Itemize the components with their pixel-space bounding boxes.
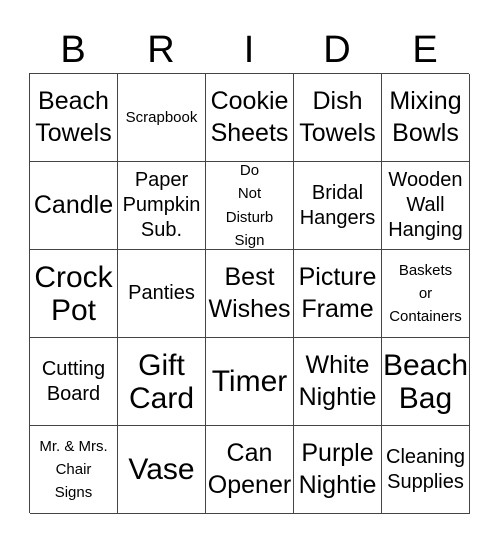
bingo-cell[interactable]: Dish Towels [294, 74, 382, 162]
bingo-cell[interactable]: Timer [206, 338, 294, 426]
header-letter: D [323, 29, 351, 71]
header-letter: I [243, 29, 255, 71]
bingo-cell[interactable]: Can Opener [206, 426, 294, 514]
bingo-cell[interactable]: Gift Card [118, 338, 206, 426]
bingo-card-grid: Beach Towels Scrapbook Cookie Sheets Dish T… [29, 73, 470, 514]
bingo-cell[interactable]: Cleaning Supplies [382, 426, 470, 514]
bingo-cell[interactable]: Mixing Bowls [382, 74, 470, 162]
bingo-cell[interactable]: Candle [30, 162, 118, 250]
bingo-cell[interactable]: Best Wishes [206, 250, 294, 338]
bingo-cell[interactable]: Picture Frame [294, 250, 382, 338]
bingo-cell[interactable]: Scrapbook [118, 74, 206, 162]
bingo-cell[interactable]: Bridal Hangers [294, 162, 382, 250]
bingo-header: B R I D E [29, 28, 469, 73]
bingo-cell[interactable]: Purple Nightie [294, 426, 382, 514]
header-letter: R [147, 29, 175, 71]
bingo-cell[interactable]: Mr. & Mrs. Chair Signs [30, 426, 118, 514]
bingo-cell[interactable]: Vase [118, 426, 206, 514]
bingo-cell[interactable]: Panties [118, 250, 206, 338]
bingo-cell[interactable]: Beach Towels [30, 74, 118, 162]
bingo-cell[interactable]: Crock Pot [30, 250, 118, 338]
bingo-cell[interactable]: Do Not Disturb Sign [206, 162, 294, 250]
bingo-cell[interactable]: Cutting Board [30, 338, 118, 426]
header-letter: B [60, 29, 86, 71]
bingo-cell[interactable]: Paper Pumpkin Sub. [118, 162, 206, 250]
bingo-cell[interactable]: Cookie Sheets [206, 74, 294, 162]
bingo-cell[interactable]: White Nightie [294, 338, 382, 426]
header-letter: E [412, 29, 438, 71]
bingo-cell[interactable]: Baskets or Containers [382, 250, 470, 338]
bingo-cell[interactable]: Beach Bag [382, 338, 470, 426]
bingo-cell[interactable]: Wooden Wall Hanging [382, 162, 470, 250]
